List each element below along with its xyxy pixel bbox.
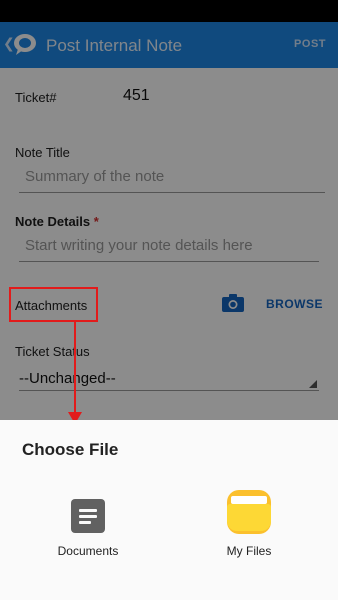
annotation-arrow-line	[74, 322, 76, 418]
documents-icon	[71, 499, 105, 533]
my-files-label: My Files	[226, 544, 272, 558]
documents-label: Documents	[57, 544, 119, 558]
my-files-option[interactable]: My Files	[213, 490, 285, 564]
documents-option[interactable]: Documents	[52, 494, 124, 564]
attachments-highlight	[9, 287, 98, 322]
choose-file-sheet: Choose File Documents My Files	[0, 420, 338, 600]
scrim-overlay[interactable]	[0, 0, 338, 420]
sheet-title: Choose File	[22, 440, 119, 459]
folder-icon	[227, 490, 271, 534]
